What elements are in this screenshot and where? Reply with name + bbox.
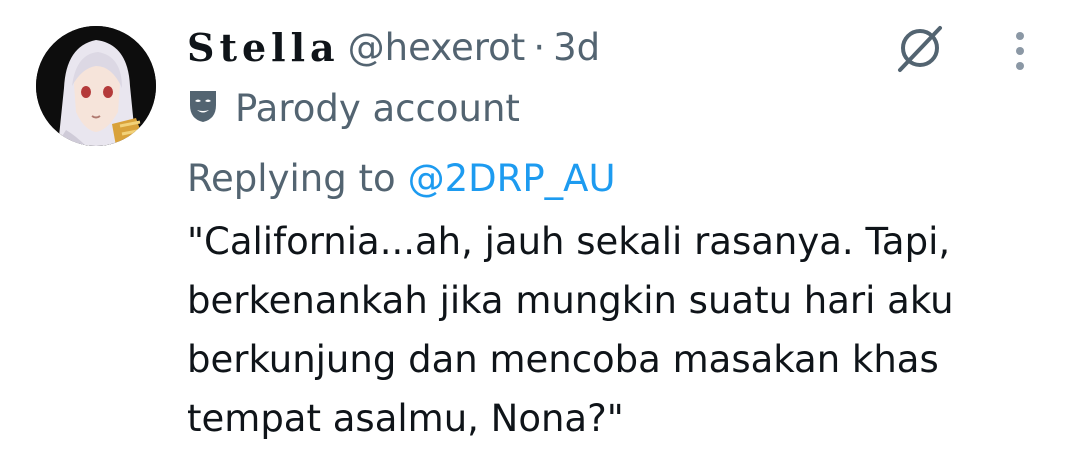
separator-dot: · [533, 25, 546, 69]
grok-icon[interactable] [892, 22, 948, 74]
tweet-text-line: "California...ah, jauh sekali rasanya. T… [187, 220, 951, 263]
replying-to-prefix: Replying to [187, 156, 396, 200]
replying-to-handle-link[interactable]: @2DRP_AU [408, 157, 616, 200]
more-vertical-icon[interactable] [1003, 28, 1037, 74]
parody-account-label: Parody account [235, 86, 520, 130]
replying-to: Replying to @2DRP_AU [187, 152, 616, 204]
avatar-image [36, 26, 156, 146]
tweet-text-line: berkenankah jika mungkin suatu hari aku [187, 279, 954, 322]
tweet-text-line: tempat asalmu, Nona?" [187, 397, 624, 440]
parody-label: Parody account [187, 82, 520, 134]
tweet-header: Stella @hexerot · 3d [187, 22, 600, 72]
mask-icon [187, 89, 219, 127]
tweet-text: "California...ah, jauh sekali rasanya. T… [187, 212, 1057, 448]
timestamp[interactable]: 3d [553, 26, 600, 69]
avatar[interactable] [36, 26, 156, 146]
handle[interactable]: @hexerot [348, 26, 526, 69]
tweet-text-line: berkunjung dan mencoba masakan khas [187, 338, 939, 381]
display-name[interactable]: Stella [187, 25, 340, 70]
